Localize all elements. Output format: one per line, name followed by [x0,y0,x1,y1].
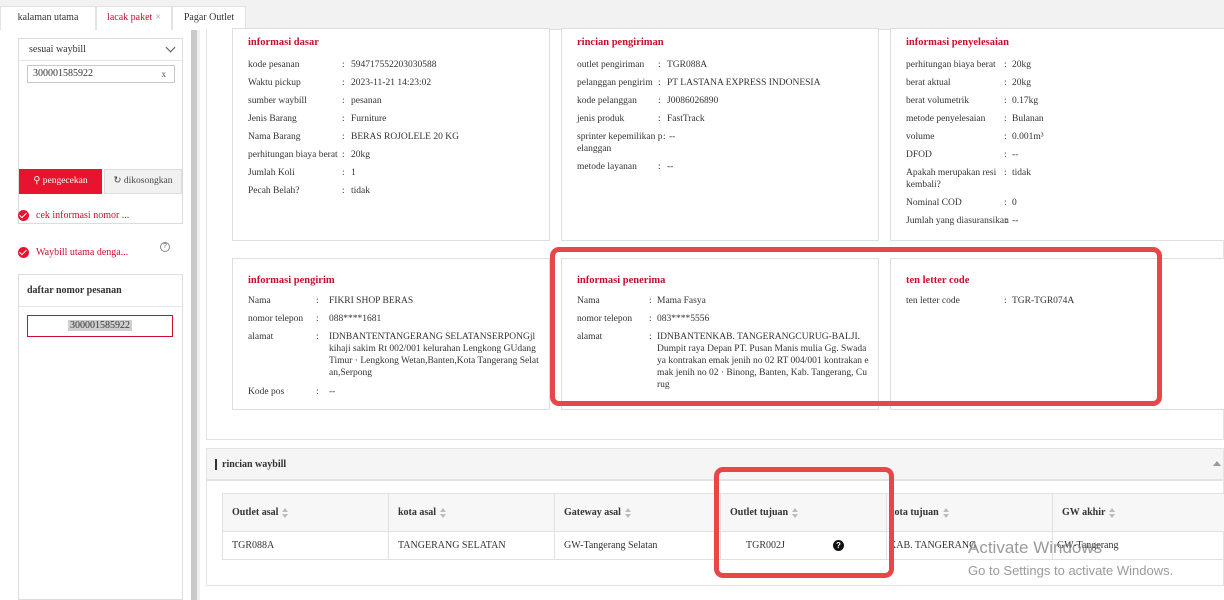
tab-label: kalaman utama [17,12,79,23]
field-owner-sprinter: sprinter kepemilikan pelanggan: -- [577,132,676,154]
sort-icon[interactable] [440,507,447,518]
check-circle-icon [18,247,29,258]
refresh-icon: ↻ [113,176,122,186]
sort-icon[interactable] [282,507,289,518]
tab-track-package[interactable]: lacak paket × [96,6,172,30]
order-list-title: daftar nomor pesanan [19,275,182,307]
check-button-label: pengecekan [42,176,88,186]
card-shipment-details: rincian pengiriman outlet pengiriman: TGR… [561,28,879,241]
card-settlement-info: informasi penyelesaian perhitungan biaya… [890,28,1224,241]
card-title: ten letter code [906,275,970,286]
waybill-input-value: 300001585922 [33,68,93,79]
cell-final-gw: GW-Tangerang [1052,531,1224,560]
cell-dest-outlet: TGR002J? [720,531,887,560]
tab-home[interactable]: kalaman utama [0,6,96,30]
col-header-dest-city[interactable]: kota tujuan [886,493,1053,532]
check-circle-icon [18,210,29,221]
col-header-origin-outlet[interactable]: Outlet asal [222,493,389,532]
collapse-icon[interactable] [1213,461,1221,466]
field-return-receipt: Apakah merupakan resi kembali?: tidak [906,168,1031,190]
order-list-item[interactable]: 300001585922 [27,315,173,337]
sort-icon[interactable] [792,507,799,518]
help-icon[interactable]: ? [832,540,844,551]
main-content: informasi dasar kode pesanan:59471755220… [200,28,1224,600]
left-panel: sesuai waybill 300001585922 x ⚲ pengecek… [0,30,192,600]
info-section: informasi dasar kode pesanan:59471755220… [206,28,1224,440]
sort-icon[interactable] [624,507,631,518]
card-title: rincian pengiriman [577,37,664,48]
help-icon[interactable]: ? [160,242,170,252]
cell-dest-city: KAB. TANGERANG [886,531,1053,560]
col-header-origin-gateway[interactable]: Gateway asal [554,493,721,532]
chevron-down-icon [165,42,176,53]
search-icon: ⚲ [33,176,41,186]
left-scrollbar[interactable] [191,30,197,600]
card-title: informasi penyelesaian [906,37,1009,48]
card-basic-info: informasi dasar kode pesanan:59471755220… [232,28,550,241]
card-title: informasi pengirim [248,275,335,286]
waybill-input[interactable]: 300001585922 x [27,65,175,83]
order-list: daftar nomor pesanan 300001585922 [18,274,183,600]
table-row: TGR088A TANGERANG SELATAN GW-Tangerang S… [222,531,1224,560]
card-title: informasi penerima [577,275,666,286]
tab-label: Pagar Outlet [183,12,235,23]
field-sender-address: alamat: IDNBANTENTANGERANG SELATANSERPONG… [248,332,539,378]
check-info-label: cek informasi nomor ... [36,210,130,221]
clear-button-label: dikosongkan [123,176,173,186]
select-value: sesuai waybill [29,44,86,55]
tab-label: lacak paket [107,12,153,23]
card-sender-info: informasi pengirim Nama: FIKRI SHOP BERAS… [232,258,550,410]
waybill-table-container: Outlet asal kota asal Gateway asal Outle… [206,480,1224,586]
search-filter-box: sesuai waybill 300001585922 x ⚲ pengecek… [18,38,183,224]
table-header-row: Outlet asal kota asal Gateway asal Outle… [222,493,1224,532]
card-title: informasi dasar [248,37,319,48]
order-number: 300001585922 [68,320,132,331]
cell-origin-outlet: TGR088A [222,531,389,560]
check-main-waybill[interactable]: Waybill utama denga... [18,245,158,261]
sort-icon[interactable] [1109,507,1116,518]
field-recipient-address: alamat: IDNBANTENKAB. TANGERANGCURUG-BALJ… [577,332,869,390]
clear-input-icon[interactable]: x [162,66,167,82]
sort-icon[interactable] [942,507,949,518]
waybill-section-header[interactable]: rincian waybill [206,448,1224,480]
check-main-waybill-label: Waybill utama denga... [36,247,129,258]
search-type-select[interactable]: sesuai waybill [19,39,182,61]
tab-bar: kalaman utama lacak paket × Pagar Outlet [0,0,1224,30]
check-button[interactable]: ⚲ pengecekan [19,169,102,194]
col-header-dest-outlet[interactable]: Outlet tujuan [720,493,887,532]
card-recipient-info: informasi penerima Nama: Mama Fasya nomor… [561,258,879,410]
col-header-final-gw[interactable]: GW akhir [1052,493,1224,532]
card-ten-letter-code: ten letter code ten letter code: TGR-TGR0… [890,258,1224,410]
check-info-number[interactable]: cek informasi nomor ... [18,208,158,224]
col-header-origin-city[interactable]: kota asal [388,493,555,532]
tab-outlet-fence[interactable]: Pagar Outlet [172,6,246,30]
close-icon[interactable]: × [155,12,161,23]
cell-origin-city: TANGERANG SELATAN [388,531,555,560]
section-title: rincian waybill [215,459,286,470]
clear-button[interactable]: ↻ dikosongkan [104,169,182,194]
cell-origin-gateway: GW-Tangerang Selatan [554,531,721,560]
waybill-table: Outlet asal kota asal Gateway asal Outle… [222,493,1224,560]
